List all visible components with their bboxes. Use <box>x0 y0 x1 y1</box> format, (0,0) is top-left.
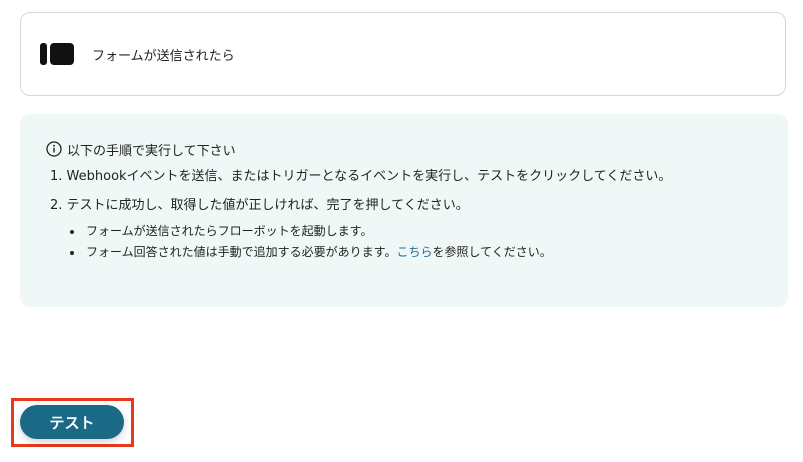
note-item: フォーム回答された値は手動で追加する必要があります。こちらを参照してください。 <box>84 244 788 261</box>
trigger-label: フォームが送信されたら <box>92 48 235 64</box>
reference-link[interactable]: こちら <box>396 245 432 259</box>
instructions-panel: 以下の手順で実行して下さい 1. Webhookイベントを送信、またはトリガーと… <box>20 114 788 307</box>
step-2: 2. テストに成功し、取得した値が正しければ、完了を押してください。 <box>50 198 469 213</box>
steps-list: 1. Webhookイベントを送信、またはトリガーとなるイベントを実行し、テスト… <box>46 168 788 215</box>
form-icon-block <box>50 43 74 65</box>
trigger-card[interactable]: フォームが送信されたら <box>20 12 786 96</box>
test-button[interactable]: テスト <box>20 405 124 439</box>
info-icon <box>46 141 62 157</box>
notes-list: フォームが送信されたらフローボットを起動します。 フォーム回答された値は手動で追… <box>46 223 788 261</box>
instructions-heading: 以下の手順で実行して下さい <box>46 140 788 159</box>
note-text: を参照してください。 <box>432 245 552 259</box>
note-item: フォームが送信されたらフローボットを起動します。 <box>84 223 788 240</box>
instructions-heading-text: 以下の手順で実行して下さい <box>67 143 236 159</box>
form-icon-bar <box>40 43 47 65</box>
step-1: 1. Webhookイベントを送信、またはトリガーとなるイベントを実行し、テスト… <box>50 169 672 184</box>
form-icon <box>40 43 74 65</box>
note-text: フォーム回答された値は手動で追加する必要があります。 <box>86 245 397 259</box>
page: フォームが送信されたら 以下の手順で実行して下さい 1. Webhookイベント… <box>0 0 803 462</box>
